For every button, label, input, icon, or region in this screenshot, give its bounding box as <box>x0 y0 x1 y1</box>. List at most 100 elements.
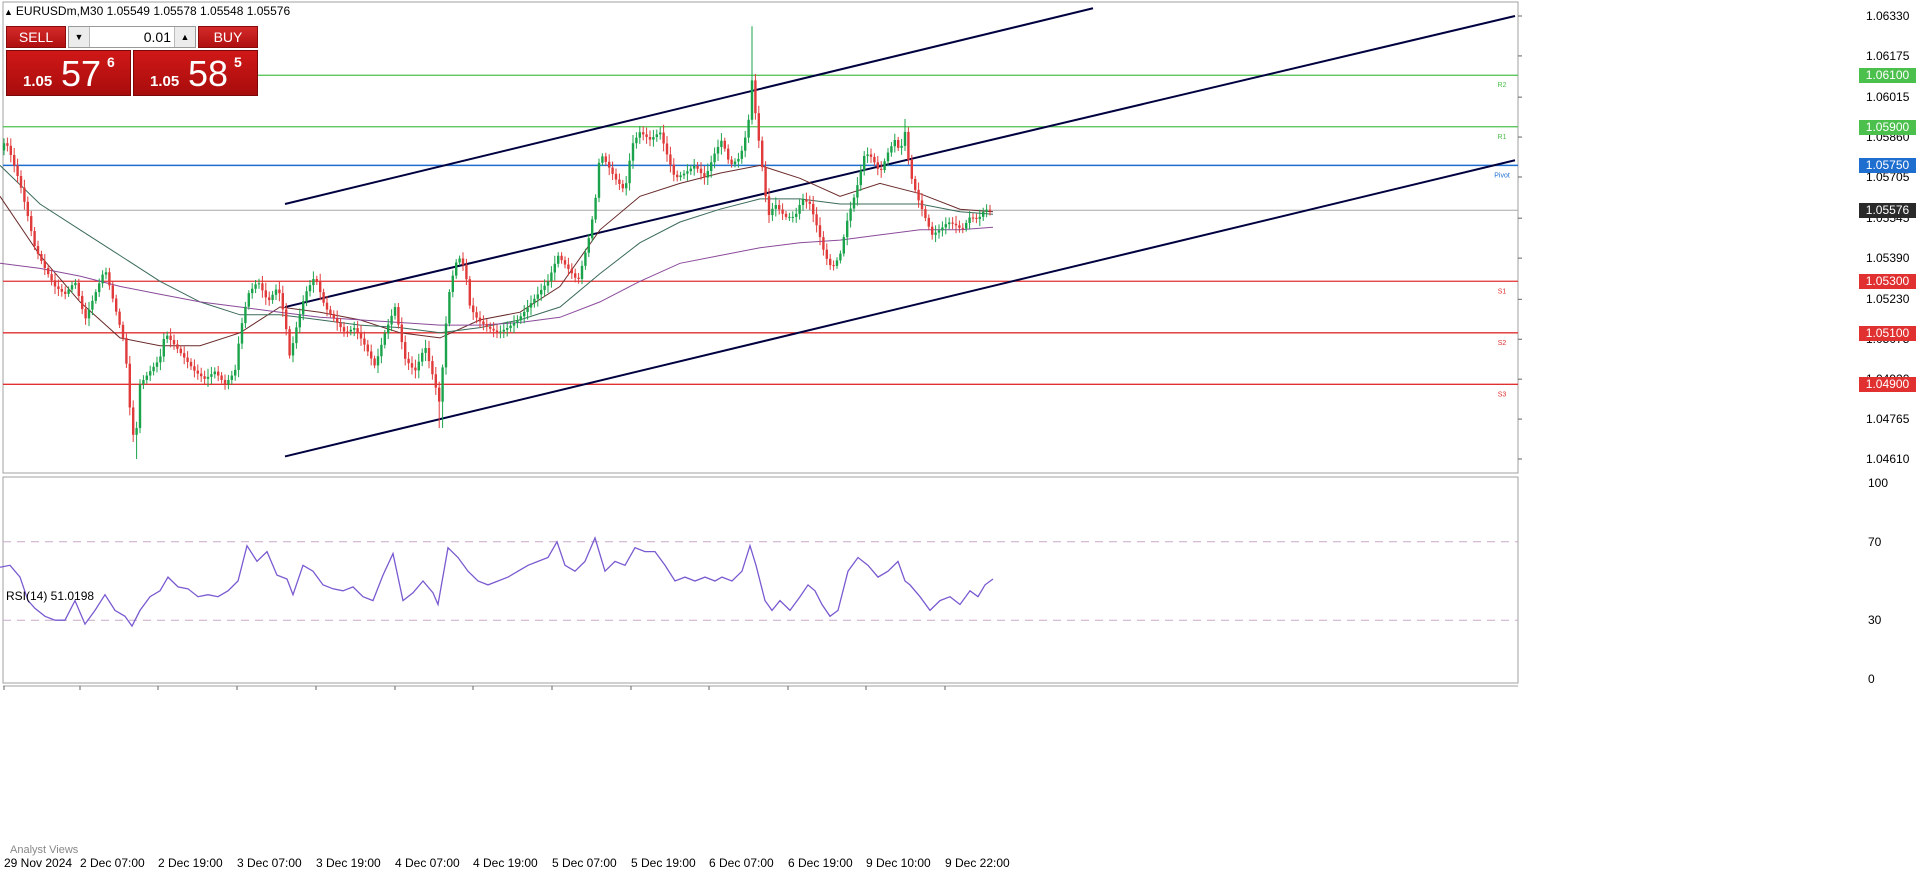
candle-body <box>761 140 764 168</box>
level-price-label-r2: 1.06100 <box>1859 68 1916 84</box>
candle-body <box>495 330 499 333</box>
lot-increase-icon[interactable]: ▲ <box>174 27 195 47</box>
candle-body <box>774 205 777 209</box>
price-tick-label: 1.05230 <box>1866 292 1910 307</box>
candle-body <box>254 284 257 289</box>
candle-body <box>883 161 886 171</box>
candle-body <box>611 167 614 174</box>
time-tick-label: 3 Dec 07:00 <box>237 856 302 870</box>
candle-body <box>162 338 165 357</box>
candle-body <box>669 154 672 165</box>
candle-body <box>431 361 434 375</box>
candle-body <box>353 328 356 330</box>
candle-body <box>125 337 128 364</box>
price-tick-label: 1.05390 <box>1866 251 1910 266</box>
candle-body <box>638 132 641 138</box>
candle-body <box>302 301 305 315</box>
time-tick-label: 3 Dec 19:00 <box>316 856 381 870</box>
candle-body <box>934 232 937 235</box>
collapse-triangle-icon[interactable]: ▲ <box>4 7 13 17</box>
candle-body <box>295 327 298 344</box>
buy-button[interactable]: BUY <box>198 26 258 48</box>
candle-body <box>138 384 142 429</box>
candle-body <box>805 199 808 202</box>
candle-body <box>366 344 369 352</box>
candle-body <box>553 263 556 273</box>
candle-body <box>703 173 706 178</box>
candle-body <box>448 291 451 324</box>
price-tick-label: 1.06175 <box>1866 48 1910 63</box>
lot-size-input[interactable] <box>91 28 171 46</box>
candle-body <box>223 379 227 385</box>
candle-body <box>16 165 19 176</box>
candle-body <box>438 387 441 402</box>
candle-body <box>179 348 182 354</box>
candle-body <box>329 309 332 314</box>
candle-body <box>577 277 580 279</box>
candle-body <box>118 311 121 325</box>
lot-decrease-icon[interactable]: ▼ <box>69 27 90 47</box>
buy-price-quote[interactable]: 1.05 58 5 <box>133 50 258 96</box>
candle-body <box>744 137 747 151</box>
candle-body <box>699 168 703 174</box>
candle-body <box>152 366 155 372</box>
candle-body <box>903 131 907 146</box>
candle-body <box>77 282 80 296</box>
chart-canvas[interactable]: R2 R1 Pivot S1 S2 S3 <box>0 0 1916 874</box>
candle-body <box>247 293 250 307</box>
candle-body <box>13 154 16 166</box>
level-name-s3: S3 <box>1498 391 1507 398</box>
candle-body <box>975 217 978 219</box>
candle-body <box>417 361 420 371</box>
candle-body <box>455 262 458 276</box>
buy-price-prefix: 1.05 <box>150 73 180 90</box>
candle-body <box>482 321 485 325</box>
sell-price-prefix: 1.05 <box>23 73 53 90</box>
level-price-label-s3: 1.04900 <box>1859 377 1916 393</box>
candle-body <box>230 375 233 380</box>
candle-body <box>958 225 961 228</box>
candle-body <box>339 322 342 328</box>
sell-button[interactable]: SELL <box>6 26 66 48</box>
candle-body <box>489 326 492 329</box>
price-tick-label: 1.04610 <box>1866 452 1910 466</box>
lot-size-field: ▼ ▲ <box>68 26 196 48</box>
candle-body <box>169 335 172 341</box>
candle-body <box>64 291 67 294</box>
candle-body <box>801 199 805 206</box>
candle-body <box>336 318 339 323</box>
candle-body <box>914 178 917 190</box>
candle-body <box>393 307 397 316</box>
candle-body <box>468 279 471 306</box>
level-name-s2: S2 <box>1498 340 1507 347</box>
candle-body <box>927 217 930 227</box>
candle-body <box>808 201 811 204</box>
time-tick-label: 29 Nov 2024 <box>4 856 73 870</box>
candle-body <box>536 294 539 299</box>
candle-body <box>937 230 941 233</box>
candle-body <box>227 379 230 385</box>
candle-body <box>60 289 63 292</box>
candle-body <box>529 303 533 308</box>
sell-price-quote[interactable]: 1.05 57 6 <box>6 50 131 96</box>
candle-body <box>570 268 573 274</box>
candle-body <box>332 313 335 319</box>
candle-body <box>475 312 478 318</box>
candle-body <box>70 285 74 290</box>
candle-body <box>451 275 454 292</box>
candle-body <box>876 162 879 169</box>
candle-body <box>47 267 50 275</box>
candle-body <box>944 224 947 228</box>
candle-body <box>587 238 590 253</box>
sell-price-pips: 57 <box>61 53 102 94</box>
candle-body <box>349 329 352 332</box>
candle-body <box>101 274 104 284</box>
candle-body <box>485 324 488 327</box>
candle-body <box>580 265 584 279</box>
time-tick-label: 2 Dec 07:00 <box>80 856 145 870</box>
candle-body <box>533 298 536 304</box>
candle-body <box>893 139 896 147</box>
buy-price-fraction: 5 <box>234 54 242 70</box>
candle-body <box>404 342 407 359</box>
candle-body <box>234 369 237 376</box>
